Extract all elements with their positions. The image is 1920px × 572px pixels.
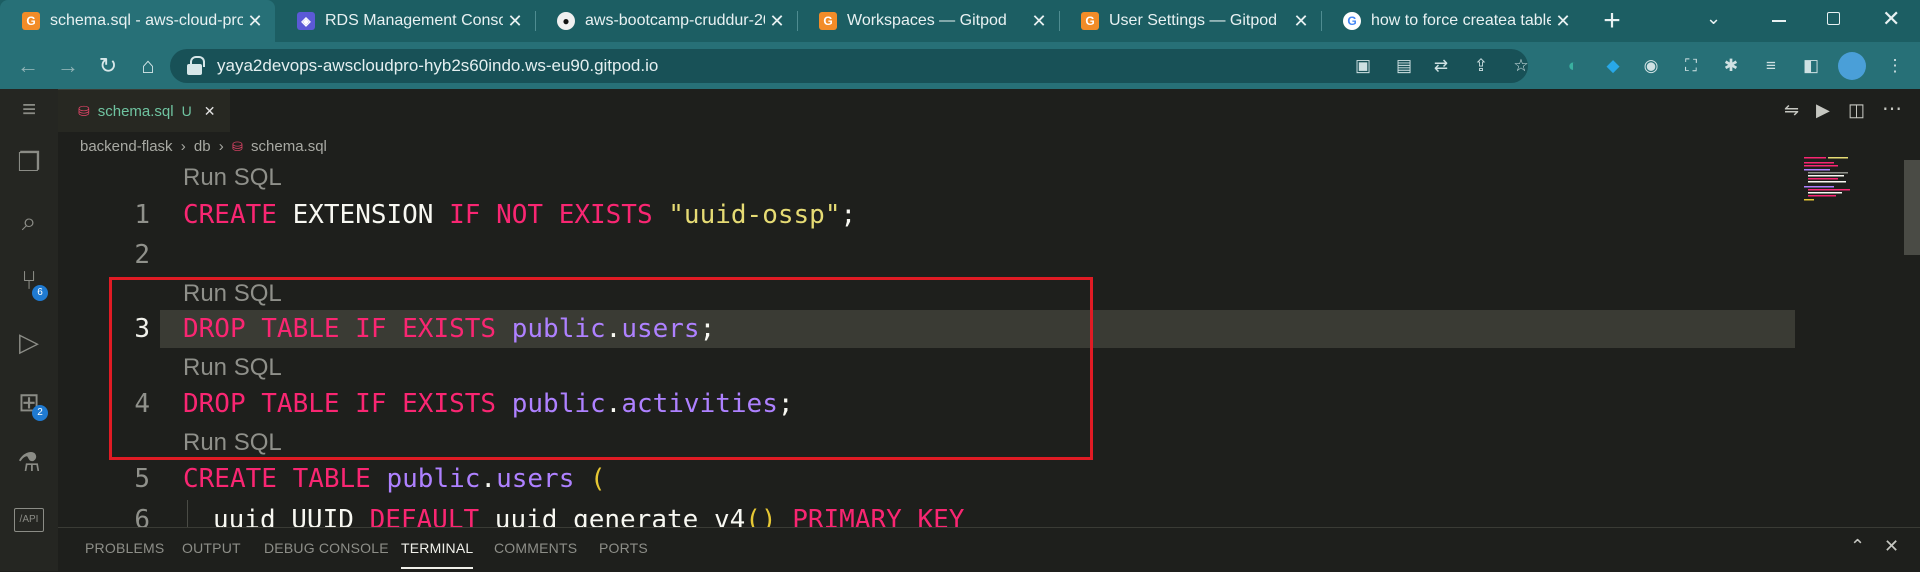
run-file-icon[interactable]: ▶ — [1816, 100, 1830, 121]
breadcrumb: backend-flask › db › ⛁ schema.sql — [80, 138, 327, 155]
search-icon[interactable]: ⌕ — [13, 205, 45, 237]
close-tab-icon[interactable]: ✕ — [1551, 11, 1575, 32]
code-line-1[interactable]: CREATE EXTENSION IF NOT EXISTS "uuid-oss… — [183, 198, 856, 232]
forward-arrow-icon[interactable]: → — [54, 52, 82, 80]
line-number: 5 — [134, 464, 150, 494]
gitpod-icon: G — [1081, 12, 1099, 30]
browser-tab-schema[interactable]: G schema.sql - aws-cloud-pro ✕ — [0, 0, 275, 42]
explorer-files-icon[interactable]: ❐ — [13, 146, 45, 178]
panel-tab-output[interactable]: OUTPUT — [182, 527, 241, 569]
testing-flask-icon[interactable]: ⚗ — [13, 446, 45, 478]
close-tab-icon[interactable]: ✕ — [1289, 11, 1313, 32]
new-tab-button[interactable]: + — [1596, 5, 1628, 37]
browser-tab-google[interactable]: G how to force createa tables ✕ — [1321, 0, 1583, 42]
minimap-lines — [1804, 157, 1850, 201]
media-control-icon[interactable]: ≡ — [1760, 55, 1782, 77]
back-arrow-icon[interactable]: ← — [14, 52, 42, 80]
extension-icon[interactable]: ◉ — [1640, 55, 1662, 77]
panel-tab-terminal[interactable]: TERMINAL — [401, 527, 474, 569]
panel-tab-comments[interactable]: COMMENTS — [494, 527, 577, 569]
close-editor-tab-icon[interactable]: ✕ — [204, 103, 216, 120]
browser-tab-strip: G schema.sql - aws-cloud-pro ✕ ◈ RDS Man… — [0, 0, 1920, 42]
tab-search-chevron-icon[interactable]: ⌄ — [1706, 8, 1721, 29]
api-icon[interactable]: /API — [14, 508, 44, 532]
close-tab-icon[interactable]: ✕ — [765, 11, 789, 32]
editor-tab-schema-sql[interactable]: ⛁ schema.sql U ✕ — [58, 89, 230, 132]
extensions-puzzle-icon[interactable]: ✱ — [1720, 55, 1742, 77]
line-number: 2 — [134, 240, 150, 270]
aws-rds-icon: ◈ — [297, 12, 315, 30]
maximize-panel-chevron-icon[interactable]: ⌃ — [1850, 536, 1865, 557]
run-sql-codelens[interactable]: Run SQL — [183, 163, 282, 193]
screenshot-icon[interactable]: ⛶ — [1680, 55, 1702, 77]
breadcrumb-file[interactable]: schema.sql — [251, 138, 327, 155]
panel-tab-problems[interactable]: PROBLEMS — [85, 527, 164, 569]
home-icon[interactable]: ⌂ — [134, 52, 162, 80]
database-icon: ⛁ — [231, 139, 243, 154]
split-editor-icon[interactable]: ◫ — [1848, 100, 1865, 121]
browser-tab-rds[interactable]: ◈ RDS Management Console ✕ — [275, 0, 535, 42]
source-control-badge: 6 — [32, 285, 48, 301]
profile-avatar[interactable] — [1838, 52, 1866, 80]
share-icon[interactable]: ⇪ — [1470, 55, 1492, 77]
menu-icon[interactable]: ≡ — [13, 94, 45, 126]
close-tab-icon[interactable]: ✕ — [503, 11, 527, 32]
line-number: 1 — [134, 200, 150, 230]
bookmark-star-icon[interactable]: ☆ — [1510, 55, 1532, 77]
minimap[interactable] — [1800, 155, 1870, 205]
panel-tab-debug-console[interactable]: DEBUG CONSOLE — [264, 527, 389, 569]
editor-tab-bar — [58, 89, 1920, 132]
lock-body — [187, 64, 202, 75]
editor-tab-filename: schema.sql — [97, 102, 174, 120]
close-panel-icon[interactable]: ✕ — [1884, 536, 1899, 557]
extension-icon[interactable]: ◐ — [1562, 55, 1584, 77]
database-icon: ⛁ — [78, 102, 90, 119]
minimize-window-icon[interactable] — [1772, 20, 1786, 22]
more-actions-icon[interactable]: ⋯ — [1882, 96, 1902, 121]
compare-changes-icon[interactable]: ⇋ — [1784, 100, 1799, 121]
panel-tab-ports[interactable]: PORTS — [599, 527, 648, 569]
more-menu-icon[interactable]: ⋮ — [1884, 55, 1906, 77]
vertical-scrollbar-thumb[interactable] — [1904, 160, 1920, 255]
breadcrumb-folder[interactable]: db — [194, 138, 211, 155]
browser-tab-workspaces[interactable]: G Workspaces — Gitpod ✕ — [797, 0, 1059, 42]
restore-window-icon[interactable] — [1827, 12, 1840, 25]
gitpod-icon: G — [819, 12, 837, 30]
close-tab-icon[interactable]: ✕ — [1027, 11, 1051, 32]
extensions-badge: 2 — [32, 405, 48, 421]
browser-tab-user-settings[interactable]: G User Settings — Gitpod ✕ — [1059, 0, 1321, 42]
run-debug-icon[interactable]: ▷ — [13, 326, 45, 358]
extension-icon[interactable]: ◆ — [1602, 55, 1624, 77]
untracked-status: U — [181, 103, 192, 119]
github-icon: ● — [557, 12, 575, 30]
side-panel-icon[interactable]: ◧ — [1800, 55, 1822, 77]
translate-icon[interactable]: ⇄ — [1430, 55, 1452, 77]
clipboard-icon[interactable]: ▤ — [1393, 55, 1415, 77]
reload-icon[interactable]: ↻ — [94, 52, 122, 80]
gitpod-icon: G — [22, 12, 40, 30]
url-text[interactable]: yaya2devops-awscloudpro-hyb2s60indo.ws-e… — [217, 49, 658, 83]
highlight-annotation-box — [109, 277, 1093, 460]
code-line-5[interactable]: CREATE TABLE public.users ( — [183, 462, 606, 496]
camera-blocked-icon[interactable]: ▣ — [1352, 55, 1374, 77]
browser-tab-github[interactable]: ● aws-bootcamp-cruddur-20 ✕ — [535, 0, 797, 42]
google-icon: G — [1343, 12, 1361, 30]
indent-guide — [187, 500, 188, 528]
breadcrumb-folder[interactable]: backend-flask — [80, 138, 173, 155]
close-tab-icon[interactable]: ✕ — [243, 11, 267, 32]
close-window-icon[interactable]: ✕ — [1882, 6, 1900, 32]
